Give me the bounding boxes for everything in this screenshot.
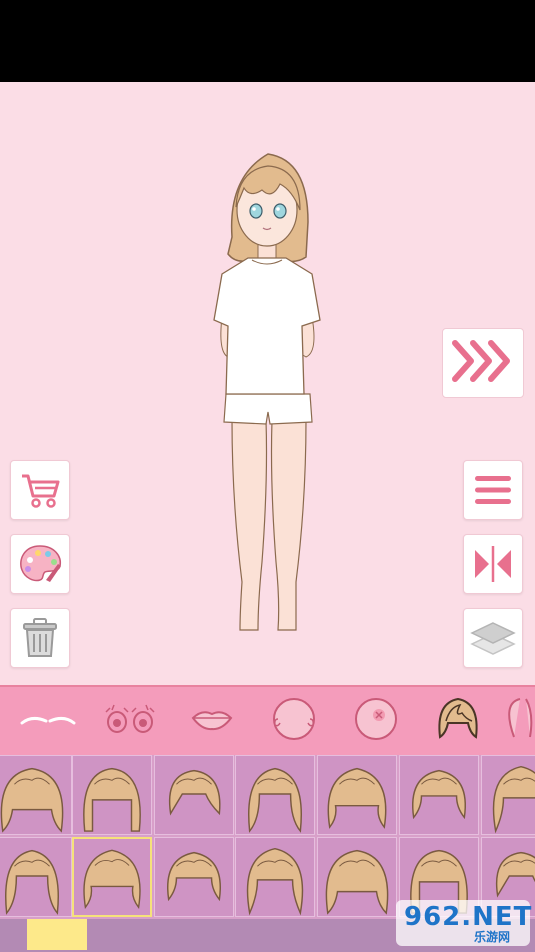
hair-style-icon bbox=[167, 851, 221, 902]
selected-color-swatch[interactable] bbox=[27, 919, 87, 950]
category-tab-eyes[interactable] bbox=[90, 687, 170, 755]
status-bar bbox=[0, 0, 535, 82]
hair-style-option[interactable] bbox=[399, 755, 479, 835]
hair-style-option[interactable] bbox=[235, 837, 315, 917]
hair-style-icon bbox=[325, 849, 389, 915]
category-tab-face[interactable] bbox=[254, 687, 334, 755]
hair-style-option[interactable] bbox=[154, 755, 234, 835]
hair-style-option[interactable] bbox=[317, 755, 397, 835]
hair-style-grid bbox=[0, 755, 535, 919]
hair-style-icon bbox=[0, 767, 64, 833]
hair-style-icon bbox=[246, 847, 304, 916]
hair-style-icon bbox=[83, 849, 141, 910]
category-tab-hair-front[interactable] bbox=[418, 687, 498, 755]
eyes-icon bbox=[100, 702, 160, 740]
category-tab-hair-back[interactable] bbox=[500, 687, 535, 755]
chevron-triple-right-icon bbox=[451, 337, 515, 389]
layers-button[interactable] bbox=[463, 608, 523, 668]
face-blush-icon bbox=[352, 695, 400, 747]
watermark-subtext: 乐游网 bbox=[474, 930, 511, 944]
hair-style-option[interactable] bbox=[235, 755, 315, 835]
shop-button[interactable] bbox=[10, 460, 70, 520]
flip-icon bbox=[471, 544, 515, 584]
layers-icon bbox=[470, 618, 516, 658]
next-button[interactable] bbox=[442, 328, 524, 398]
flip-button[interactable] bbox=[463, 534, 523, 594]
hair-style-option[interactable] bbox=[481, 755, 535, 835]
watermark-logo: 962.NET 乐游网 bbox=[396, 900, 533, 946]
category-tab-face-details[interactable] bbox=[336, 687, 416, 755]
character-stage bbox=[0, 82, 535, 685]
watermark-text: 962.NET bbox=[404, 902, 533, 932]
trash-icon bbox=[20, 616, 60, 660]
mouth-icon bbox=[190, 706, 234, 736]
delete-button[interactable] bbox=[10, 608, 70, 668]
face-icon bbox=[270, 695, 318, 747]
hair-style-option[interactable] bbox=[0, 755, 72, 835]
hair-style-option[interactable] bbox=[154, 837, 234, 917]
category-tab-mouth[interactable] bbox=[172, 687, 252, 755]
hair-style-option[interactable] bbox=[72, 755, 152, 835]
menu-button[interactable] bbox=[463, 460, 523, 520]
hair-style-icon bbox=[83, 767, 141, 832]
hair-style-option[interactable] bbox=[72, 837, 152, 917]
hair-back-icon bbox=[500, 693, 535, 749]
eyebrows-icon bbox=[18, 709, 78, 733]
hair-style-option[interactable] bbox=[0, 837, 72, 917]
color-palette-button[interactable] bbox=[10, 534, 70, 594]
hair-front-icon bbox=[432, 693, 484, 749]
cart-icon bbox=[18, 470, 62, 510]
hair-style-option[interactable] bbox=[317, 837, 397, 917]
category-tab-eyebrows[interactable] bbox=[8, 687, 88, 755]
hair-style-icon bbox=[5, 849, 59, 915]
hair-style-icon bbox=[168, 769, 221, 816]
hair-style-icon bbox=[492, 765, 535, 834]
palette-icon bbox=[16, 542, 64, 586]
hair-style-icon bbox=[327, 767, 387, 829]
hair-style-icon bbox=[412, 769, 466, 820]
category-bar bbox=[0, 685, 535, 755]
menu-icon bbox=[473, 473, 513, 507]
hair-style-icon bbox=[248, 767, 302, 833]
